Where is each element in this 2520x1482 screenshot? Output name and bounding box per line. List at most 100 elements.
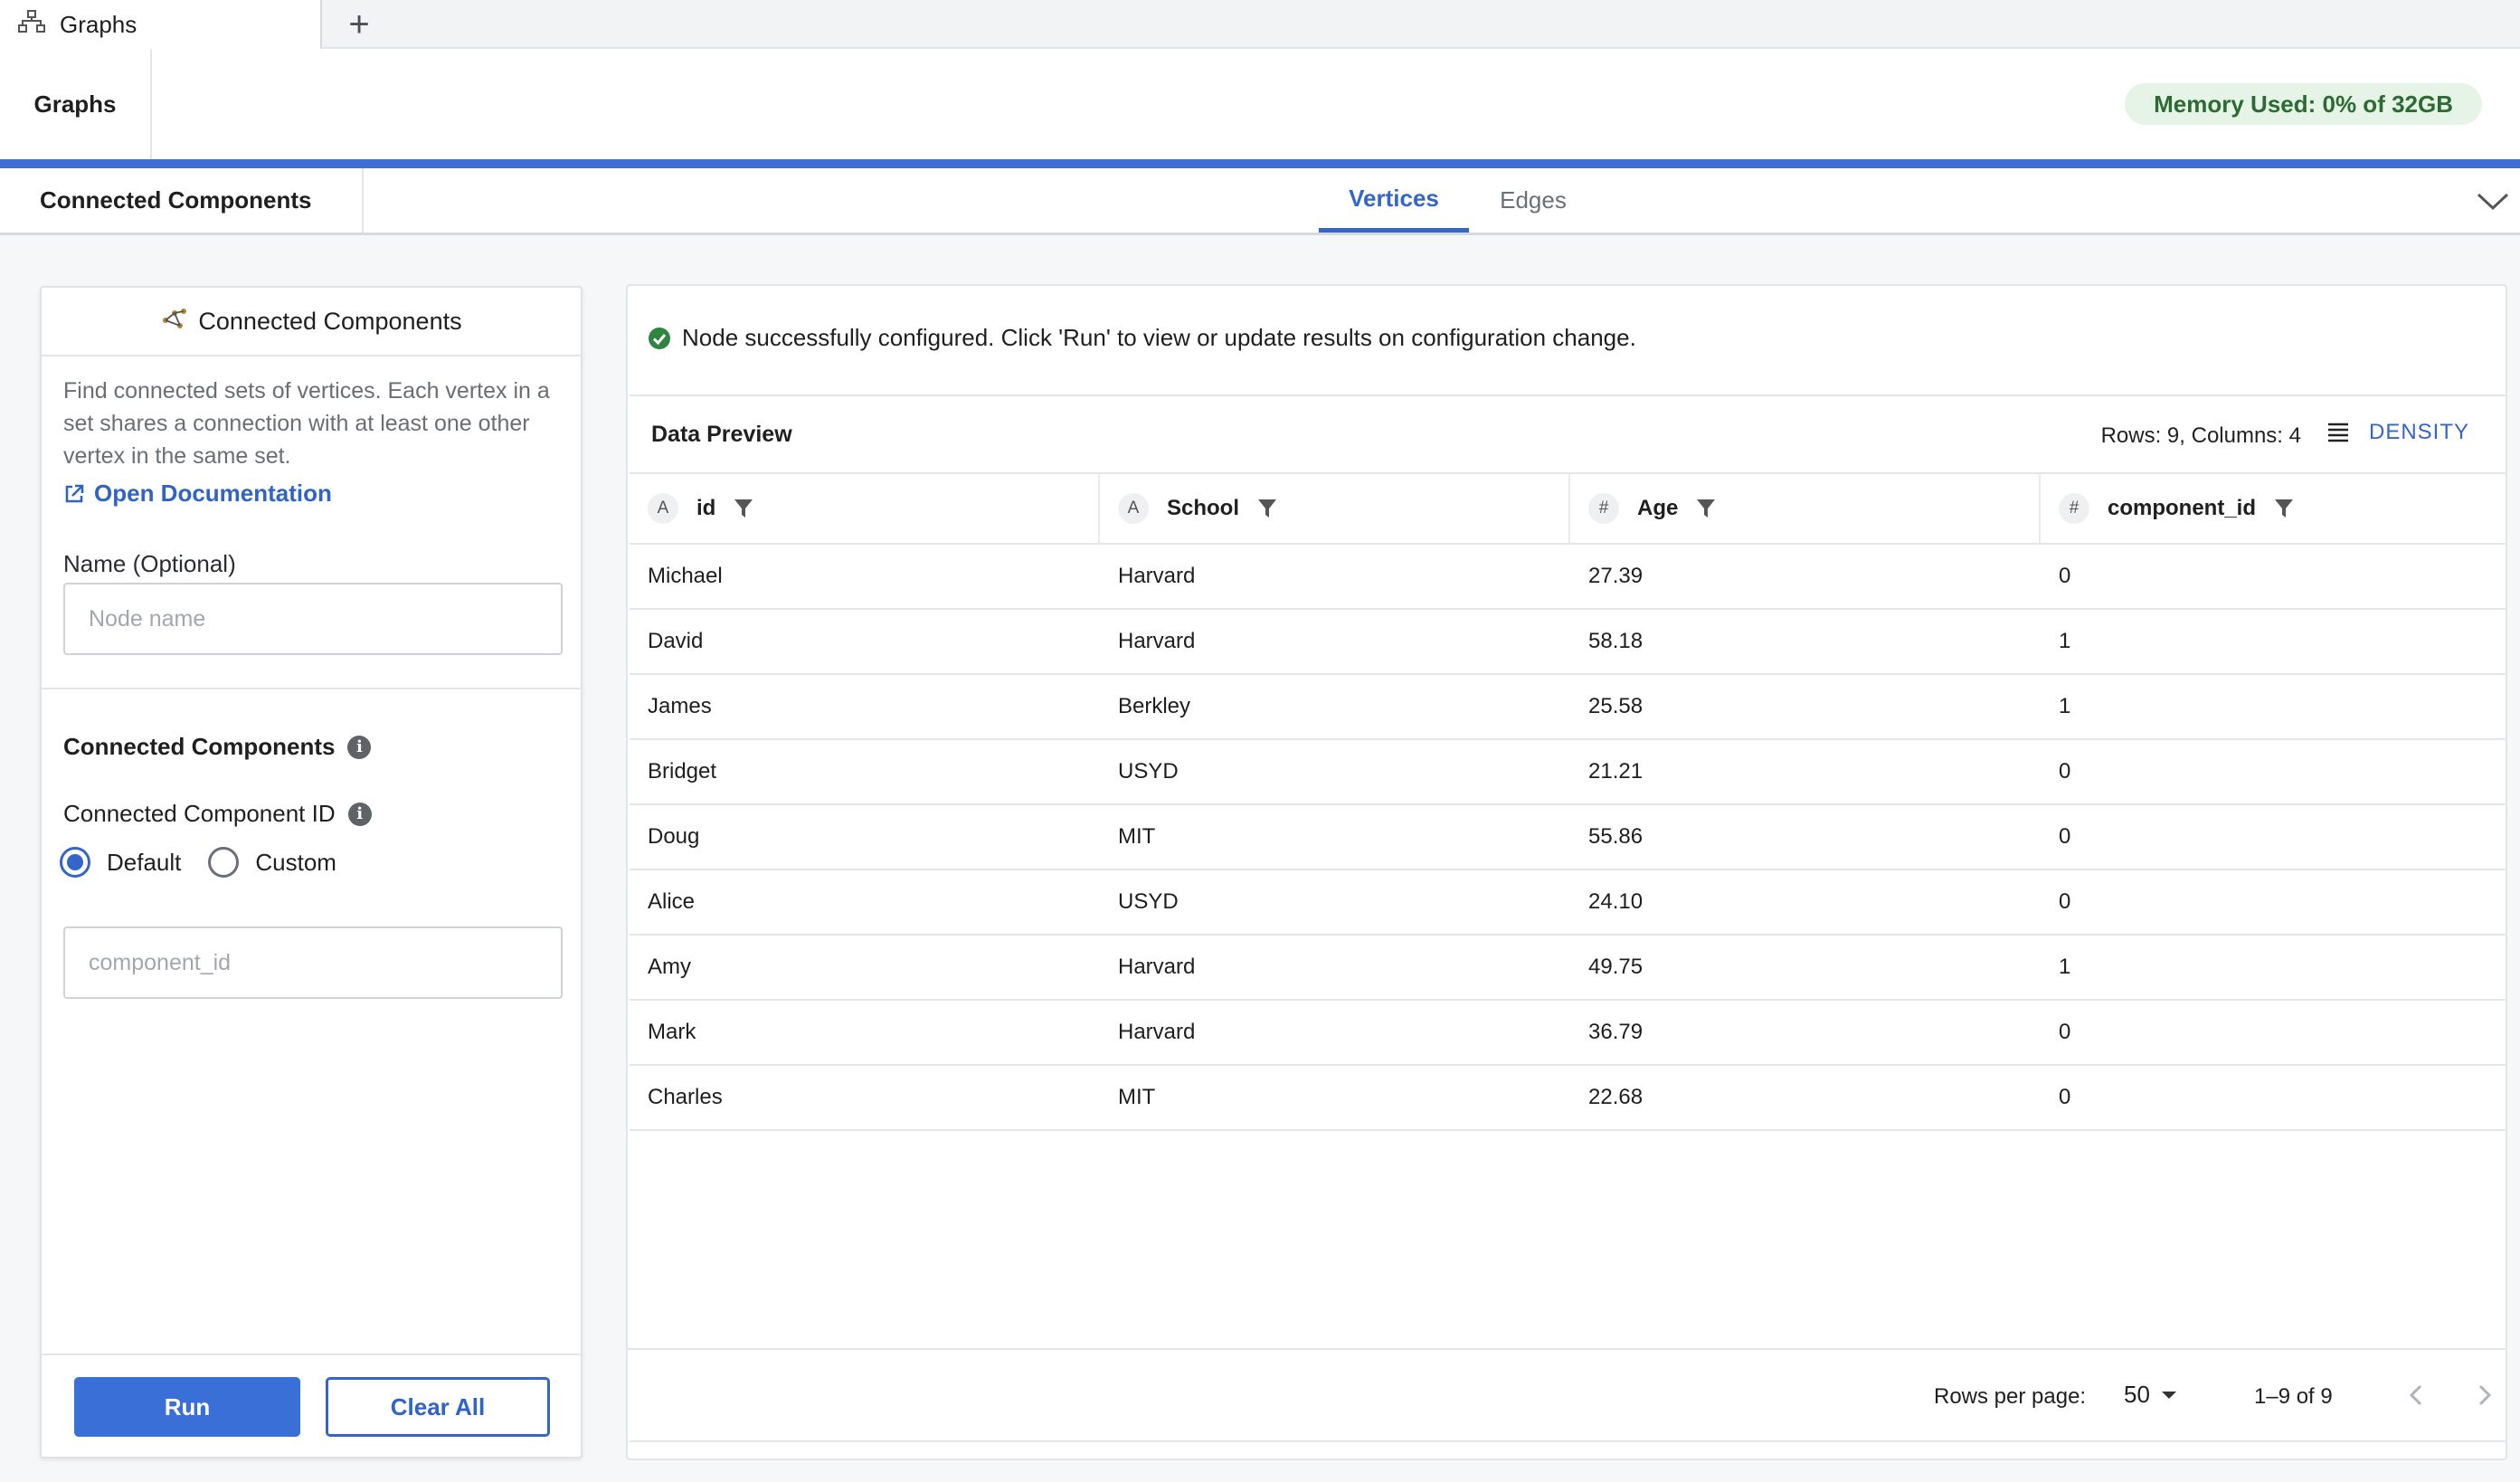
- node-description: Find connected sets of vertices. Each ve…: [63, 378, 550, 469]
- column-header-label: component_id: [2108, 496, 2257, 520]
- cell-id: Doug: [648, 824, 700, 849]
- number-type-icon: #: [1588, 493, 1619, 524]
- component-id-input[interactable]: [63, 926, 563, 999]
- cc-id-heading: Connected Component ID i: [63, 800, 372, 828]
- cell-school: MIT: [1118, 1085, 1156, 1109]
- results-panel: Node successfully configured. Click 'Run…: [626, 284, 2507, 1460]
- config-panel-header: Connected Components: [42, 288, 581, 356]
- node-tab-connected-components[interactable]: Connected Components: [0, 168, 364, 233]
- cell-component-id: 0: [2059, 1020, 2071, 1044]
- cc-id-label: Connected Component ID: [63, 800, 336, 827]
- table-row[interactable]: Mark Harvard 36.79 0: [630, 1001, 2506, 1066]
- table-row[interactable]: Amy Harvard 49.75 1: [630, 936, 2506, 1001]
- browser-tab-graphs[interactable]: Graphs: [0, 0, 322, 49]
- open-documentation-link[interactable]: Open Documentation: [63, 480, 332, 508]
- filter-icon[interactable]: [2274, 498, 2294, 519]
- column-header-school[interactable]: A School: [1100, 474, 1570, 545]
- accent-bar: [0, 159, 2520, 168]
- config-panel-title: Connected Components: [198, 307, 462, 335]
- section-title: Connected Components: [63, 733, 336, 760]
- cell-age: 27.39: [1588, 564, 1644, 588]
- density-button[interactable]: DENSITY: [2327, 420, 2469, 445]
- table-row[interactable]: Bridget USYD 21.21 0: [630, 740, 2506, 805]
- caret-down-icon: [2161, 1391, 2176, 1399]
- rows-per-page-select[interactable]: 50: [2124, 1381, 2177, 1409]
- cell-age: 55.86: [1588, 824, 1644, 849]
- clear-all-button[interactable]: Clear All: [326, 1377, 550, 1437]
- info-icon[interactable]: i: [347, 735, 372, 759]
- cell-school: Harvard: [1118, 629, 1196, 653]
- memory-badge: Memory Used: 0% of 32GB: [2125, 83, 2482, 125]
- graph-icon: [18, 9, 45, 40]
- cell-component-id: 1: [2059, 694, 2071, 718]
- cell-component-id: 0: [2059, 889, 2071, 914]
- filter-icon[interactable]: [1696, 498, 1716, 519]
- cell-school: MIT: [1118, 824, 1156, 849]
- cell-id: David: [648, 629, 704, 653]
- status-message-text: Node successfully configured. Click 'Run…: [682, 324, 1636, 351]
- section-heading: Connected Components i: [63, 733, 372, 761]
- pagination-bar: Rows per page: 50 1–9 of 9: [626, 1348, 2507, 1442]
- table-row[interactable]: David Harvard 58.18 1: [630, 610, 2506, 675]
- tab-vertices[interactable]: Vertices: [1319, 168, 1469, 233]
- column-header-label: id: [696, 496, 716, 520]
- column-header-component-id[interactable]: # component_id: [2041, 474, 2506, 545]
- external-link-icon: [65, 484, 84, 502]
- density-label: DENSITY: [2368, 420, 2469, 444]
- cell-component-id: 0: [2059, 564, 2071, 588]
- cell-age: 58.18: [1588, 629, 1644, 653]
- cell-id: Alice: [648, 889, 696, 914]
- column-header-label: School: [1167, 496, 1240, 520]
- rows-columns-count: Rows: 9, Columns: 4: [2100, 423, 2301, 448]
- table-row[interactable]: Michael Harvard 27.39 0: [630, 545, 2506, 610]
- config-panel: Connected Components Find connected sets…: [40, 286, 583, 1458]
- radio-custom[interactable]: [208, 847, 240, 878]
- cell-school: Harvard: [1118, 955, 1196, 979]
- plus-icon[interactable]: +: [338, 4, 380, 45]
- browser-tab-strip: Graphs +: [0, 0, 2520, 49]
- radio-custom-label: Custom: [255, 848, 336, 876]
- info-icon[interactable]: i: [347, 802, 372, 826]
- page-title: Graphs: [0, 49, 152, 159]
- filter-icon[interactable]: [1257, 498, 1277, 519]
- section-divider: [42, 688, 581, 689]
- app-header: Graphs Memory Used: 0% of 32GB: [0, 49, 2520, 159]
- chevron-down-icon[interactable]: [2473, 181, 2513, 221]
- node-name-input[interactable]: [63, 583, 563, 655]
- number-type-icon: #: [2059, 493, 2089, 524]
- browser-tab-label: Graphs: [60, 10, 137, 38]
- cell-age: 21.21: [1588, 759, 1644, 784]
- table-row[interactable]: James Berkley 25.58 1: [630, 675, 2506, 740]
- cell-component-id: 0: [2059, 824, 2071, 849]
- table-row[interactable]: Charles MIT 22.68 0: [630, 1066, 2506, 1131]
- tab-edges[interactable]: Edges: [1473, 168, 1594, 233]
- chevron-left-icon[interactable]: [2399, 1377, 2435, 1413]
- rows-per-page-value: 50: [2124, 1381, 2150, 1408]
- text-type-icon: A: [648, 493, 678, 524]
- cell-id: Michael: [648, 564, 723, 588]
- cell-age: 24.10: [1588, 889, 1644, 914]
- radio-default[interactable]: [60, 847, 90, 878]
- cc-id-radio-group: Default Custom: [60, 847, 336, 878]
- column-header-age[interactable]: # Age: [1570, 474, 2041, 545]
- cell-age: 25.58: [1588, 694, 1644, 718]
- density-icon: [2327, 423, 2348, 442]
- cell-id: Mark: [648, 1020, 696, 1044]
- column-header-id[interactable]: A id: [630, 474, 1100, 545]
- run-button[interactable]: Run: [74, 1377, 300, 1437]
- table-row[interactable]: Alice USYD 24.10 0: [630, 870, 2506, 936]
- page-range: 1–9 of 9: [2254, 1384, 2333, 1409]
- check-circle-icon: [649, 327, 670, 349]
- text-type-icon: A: [1118, 493, 1149, 524]
- cell-age: 36.79: [1588, 1020, 1644, 1044]
- cell-age: 22.68: [1588, 1085, 1644, 1109]
- data-preview: Data Preview Rows: 9, Columns: 4 DENSITY…: [630, 394, 2506, 1442]
- radio-default-label: Default: [107, 848, 182, 876]
- cell-age: 49.75: [1588, 955, 1644, 979]
- config-panel-footer: Run Clear All: [42, 1354, 581, 1457]
- rows-per-page-label: Rows per page:: [1934, 1384, 2087, 1409]
- chevron-right-icon[interactable]: [2466, 1377, 2502, 1413]
- filter-icon[interactable]: [734, 498, 753, 519]
- table-row[interactable]: Doug MIT 55.86 0: [630, 805, 2506, 870]
- cell-id: James: [648, 694, 712, 718]
